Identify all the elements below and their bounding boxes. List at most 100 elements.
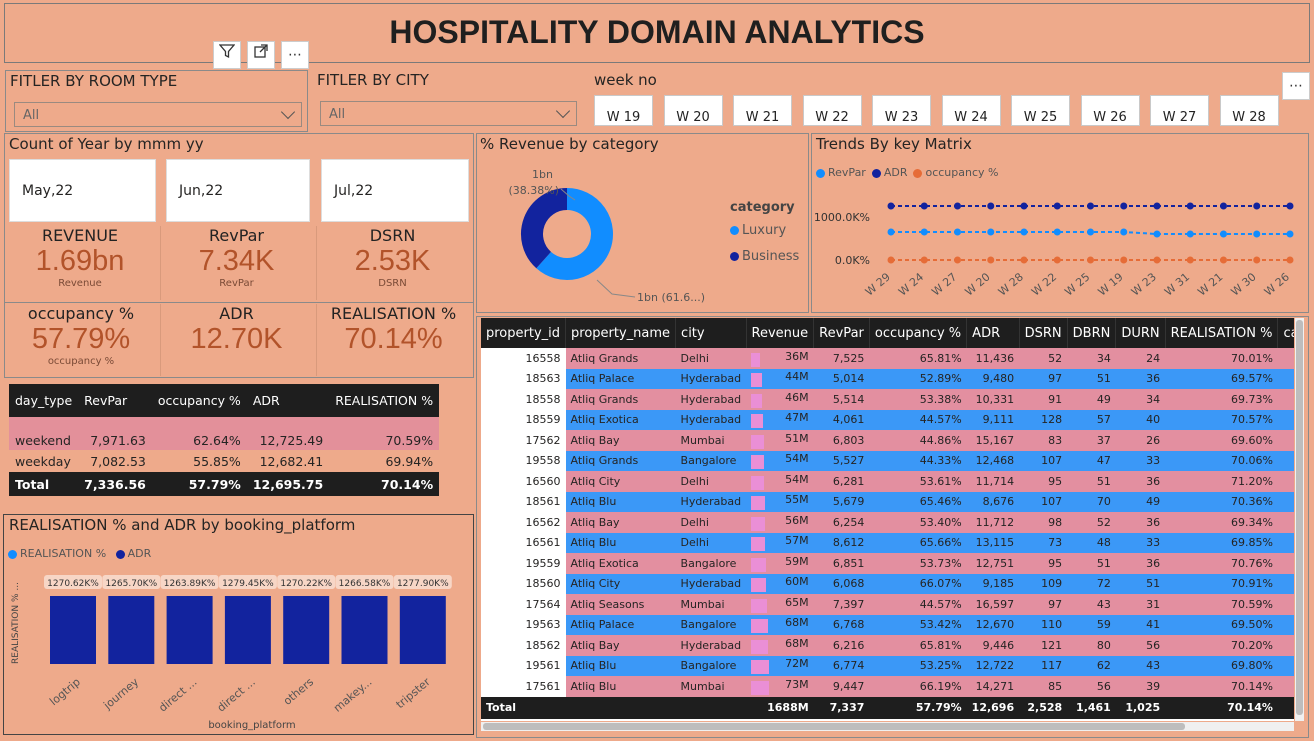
trend-point-occupancy[interactable] [887, 256, 895, 264]
property-col-header[interactable]: property_name [565, 318, 677, 348]
day-type-col-header[interactable]: REALISATION % [329, 384, 440, 417]
trend-point-adr[interactable] [1220, 202, 1227, 210]
property-row[interactable]: 16562 Atliq Bay Delhi 56M 6,254 53.40% 11,712 9… [481, 512, 1294, 533]
property-col-header[interactable]: ADR [966, 318, 1020, 348]
property-col-header[interactable]: city [675, 318, 747, 348]
property-row[interactable]: 18560 Atliq City Hyderabad 60M 6,068 66.07% 9,… [481, 573, 1294, 594]
property-col-header[interactable]: RevPar [813, 318, 870, 348]
more-options-icon[interactable]: ⋯ [1282, 72, 1310, 100]
week-button[interactable]: W 27 [1150, 95, 1209, 126]
week-button[interactable]: W 22 [802, 95, 862, 126]
trend-point-adr[interactable] [1020, 202, 1028, 210]
property-row[interactable]: 19559 Atliq Exotica Bangalore 59M 6,851 53.73… [481, 553, 1294, 574]
trend-point-revpar[interactable] [987, 228, 995, 236]
trend-point-revpar[interactable] [920, 228, 928, 236]
property-col-header[interactable]: DBRN [1067, 318, 1117, 348]
city-dropdown[interactable]: All [320, 101, 577, 126]
trend-point-occupancy[interactable] [920, 256, 928, 264]
month-card-jul[interactable]: Jul,22 [321, 159, 469, 222]
booking-bar[interactable] [399, 596, 446, 664]
trend-point-adr[interactable] [1253, 202, 1261, 210]
property-col-header[interactable]: REALISATION % [1165, 318, 1279, 348]
trend-point-revpar[interactable] [1253, 230, 1261, 238]
property-row[interactable]: 18558 Atliq Grands Hyderabad 46M 5,514 53.38%… [481, 389, 1294, 410]
scrollbar-thumb[interactable] [483, 723, 1185, 730]
trend-point-occupancy[interactable] [1053, 256, 1061, 264]
property-row[interactable]: 18563 Atliq Palace Hyderabad 44M 5,014 52.89%… [481, 368, 1294, 389]
trend-point-occupancy[interactable] [1186, 256, 1194, 264]
trend-point-revpar[interactable] [1220, 230, 1227, 238]
trend-point-adr[interactable] [1087, 202, 1094, 210]
property-col-header[interactable]: DURN [1115, 318, 1166, 348]
booking-bar[interactable] [166, 596, 213, 664]
trend-point-revpar[interactable] [1053, 228, 1061, 236]
property-row[interactable]: 17564 Atliq Seasons Mumbai 65M 7,397 44.57% 16… [481, 594, 1294, 615]
property-row[interactable]: 19561 Atliq Blu Bangalore 72M 6,774 53.25% 12,… [481, 655, 1294, 676]
property-row[interactable]: 18561 Atliq Blu Hyderabad 55M 5,679 65.46% 8,6… [481, 491, 1294, 512]
trend-point-occupancy[interactable] [1120, 256, 1128, 264]
week-button[interactable]: W 25 [1011, 95, 1070, 126]
trend-point-revpar[interactable] [1186, 230, 1194, 238]
property-row[interactable]: 16560 Atliq City Delhi 54M 6,281 53.61% 11,714… [481, 471, 1294, 492]
property-row[interactable]: 17561 Atliq Blu Mumbai 73M 9,447 66.19% 14,271… [481, 676, 1294, 697]
trend-point-occupancy[interactable] [1087, 256, 1094, 264]
trend-point-adr[interactable] [1186, 202, 1194, 210]
property-row[interactable]: 18562 Atliq Bay Hyderabad 68M 6,216 65.81% 9,4… [481, 635, 1294, 656]
trend-point-occupancy[interactable] [1286, 256, 1294, 264]
day-type-col-header[interactable]: RevPar [78, 384, 152, 417]
room-type-dropdown[interactable]: All [14, 102, 302, 127]
week-button[interactable]: W 21 [733, 95, 792, 126]
scrollbar-thumb[interactable] [1296, 320, 1303, 715]
trend-point-adr[interactable] [1053, 202, 1061, 210]
trend-point-revpar[interactable] [1120, 228, 1128, 236]
property-row[interactable]: 18559 Atliq Exotica Hyderabad 47M 4,061 44.57… [481, 409, 1294, 430]
trend-point-adr[interactable] [1153, 202, 1161, 210]
property-row[interactable]: 17562 Atliq Bay Mumbai 51M 6,803 44.86% 15,167… [481, 430, 1294, 451]
week-button[interactable]: W 26 [1080, 95, 1140, 126]
property-row[interactable]: 16561 Atliq Blu Delhi 57M 8,612 65.66% 13,115 7… [481, 532, 1294, 553]
trend-point-revpar[interactable] [1020, 228, 1028, 236]
trend-point-revpar[interactable] [1087, 228, 1094, 236]
trend-point-revpar[interactable] [954, 228, 961, 236]
booking-bar[interactable] [341, 596, 388, 664]
day-type-col-header[interactable]: ADR [246, 384, 330, 417]
property-row[interactable]: 16558 Atliq Grands Delhi 36M 7,525 65.81% 11,4… [481, 348, 1294, 369]
trend-point-adr[interactable] [1286, 202, 1294, 210]
property-row[interactable]: 19558 Atliq Grands Bangalore 54M 5,527 44.33%… [481, 450, 1294, 471]
property-col-header[interactable]: DSRN [1019, 318, 1068, 348]
week-button[interactable]: W 28 [1219, 95, 1279, 126]
trend-point-occupancy[interactable] [954, 256, 961, 264]
horizontal-scrollbar[interactable] [481, 722, 1294, 731]
filter-icon[interactable] [213, 41, 241, 69]
vertical-scrollbar[interactable] [1295, 318, 1304, 721]
day-type-col-header[interactable]: day_type [9, 384, 79, 417]
booking-bar[interactable] [50, 596, 96, 664]
day-type-col-header[interactable]: occupancy % [151, 384, 247, 417]
trend-point-adr[interactable] [1120, 202, 1128, 210]
trend-point-occupancy[interactable] [1253, 256, 1261, 264]
donut-slice-business[interactable] [521, 188, 568, 269]
trend-point-adr[interactable] [887, 202, 895, 210]
trend-point-revpar[interactable] [1286, 230, 1294, 238]
trend-point-occupancy[interactable] [1020, 256, 1028, 264]
trend-point-revpar[interactable] [887, 228, 895, 236]
property-col-header[interactable]: Revenue [746, 318, 815, 348]
trend-point-adr[interactable] [920, 202, 928, 210]
property-col-header[interactable]: property_id [481, 318, 567, 348]
month-card-may[interactable]: May,22 [9, 159, 156, 222]
property-col-header[interactable]: occupancy % [869, 318, 968, 348]
property-row[interactable]: 19563 Atliq Palace Bangalore 68M 6,768 53.42%… [481, 614, 1294, 635]
booking-bar[interactable] [283, 596, 330, 664]
booking-bar[interactable] [224, 596, 271, 664]
week-button[interactable]: W 23 [872, 95, 931, 126]
trend-point-occupancy[interactable] [1220, 256, 1227, 264]
booking-bar[interactable] [108, 596, 155, 664]
week-button[interactable]: W 24 [941, 95, 1001, 126]
more-options-icon[interactable]: ⋯ [281, 41, 309, 69]
trend-point-occupancy[interactable] [987, 256, 995, 264]
week-button[interactable]: W 19 [594, 95, 653, 126]
focus-mode-icon[interactable] [247, 41, 275, 69]
trend-point-occupancy[interactable] [1153, 256, 1161, 264]
property-col-header[interactable]: cancellatio [1277, 318, 1294, 348]
week-button[interactable]: W 20 [663, 95, 723, 126]
